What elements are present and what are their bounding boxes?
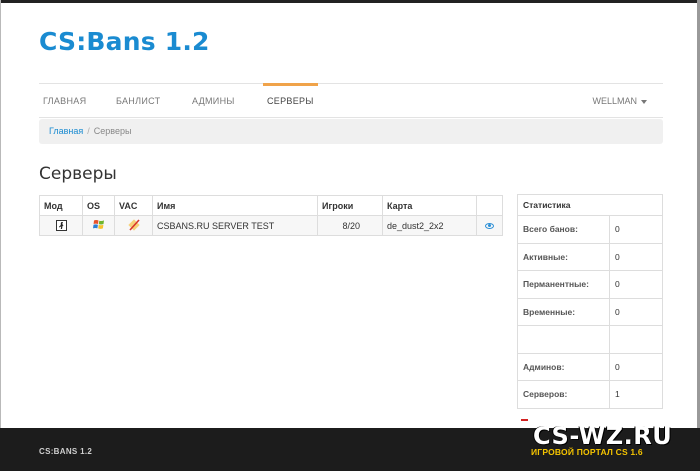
stats-value-temporary: 0 [609,297,663,326]
stats-value-active: 0 [609,242,663,271]
nav-item-servers[interactable]: СЕРВЕРЫ [263,83,318,118]
table-header-row: Мод OS VAC Имя Игроки Карта [39,195,503,216]
stats-row: Всего банов: 0 [517,215,663,244]
stats-label-servers: Серверов: [517,380,610,409]
nav-item-admins[interactable]: АДМИНЫ [192,84,235,118]
stats-value-admins: 0 [609,352,663,381]
top-border [0,0,700,3]
stats-value-servers: 1 [609,380,663,409]
page-title: Серверы [39,164,117,184]
stats-label-temporary: Временные: [517,297,610,326]
breadcrumb: Главная / Серверы [39,119,663,144]
breadcrumb-current: Серверы [93,126,132,136]
user-menu-label: WELLMAN [592,96,637,106]
windows-icon [92,220,105,232]
caret-down-icon [641,99,647,104]
nav-item-home[interactable]: ГЛАВНАЯ [43,84,86,118]
cell-os [82,215,115,236]
servers-table: Мод OS VAC Имя Игроки Карта CSBANS.RU SE… [39,195,503,236]
nav-item-banlist[interactable]: БАНЛИСТ [116,84,160,118]
col-header-vac: VAC [114,195,153,216]
stats-title: Статистика [517,194,663,216]
watermark-logo: CS-WZ.RU ИГРОВОЙ ПОРТАЛ CS 1.6 [521,419,681,465]
col-header-players: Игроки [317,195,383,216]
col-header-mod: Мод [39,195,83,216]
breadcrumb-home-link[interactable]: Главная [49,126,83,136]
stats-label-active: Активные: [517,242,610,271]
counter-strike-icon [55,219,67,231]
stats-row: Активные: 0 [517,242,663,271]
stats-row: Админов: 0 [517,352,663,381]
main-nav: ГЛАВНАЯ БАНЛИСТ АДМИНЫ СЕРВЕРЫ WELLMAN [39,83,663,118]
cell-map: de_dust2_2x2 [382,215,477,236]
col-header-os: OS [82,195,115,216]
stats-value-empty [609,325,663,354]
stats-label-empty [517,325,610,354]
footer-text: CS:BANS 1.2 [39,447,93,456]
col-header-name: Имя [152,195,318,216]
stats-row: Серверов: 1 [517,380,663,409]
stats-value-permanent: 0 [609,270,663,299]
cell-mod [39,215,83,236]
left-window-edge [0,0,1,471]
user-menu[interactable]: WELLMAN [592,84,647,118]
cell-server-name[interactable]: CSBANS.RU SERVER TEST [152,215,318,236]
watermark-accent [521,419,528,421]
col-header-map: Карта [382,195,477,216]
table-row[interactable]: CSBANS.RU SERVER TEST 8/20 de_dust2_2x2 [39,215,503,236]
cell-players: 8/20 [317,215,383,236]
stats-label-total-bans: Всего банов: [517,215,610,244]
stats-panel: Статистика Всего банов: 0 Активные: 0 Пе… [517,194,663,409]
stats-header-row: Статистика [517,194,663,216]
cell-view [476,215,503,236]
col-header-actions [476,195,503,216]
breadcrumb-separator: / [87,126,90,136]
stats-row: Перманентные: 0 [517,270,663,299]
vac-disabled-icon [127,218,140,233]
cell-vac [114,215,153,236]
watermark-main: CS-WZ.RU [533,422,673,450]
eye-icon[interactable] [485,222,494,229]
watermark-sub: ИГРОВОЙ ПОРТАЛ CS 1.6 [531,447,643,457]
stats-label-permanent: Перманентные: [517,270,610,299]
site-brand[interactable]: CS:Bans 1.2 [39,27,210,56]
stats-row-empty [517,325,663,354]
stats-value-total-bans: 0 [609,215,663,244]
stats-label-admins: Админов: [517,352,610,381]
stats-row: Временные: 0 [517,297,663,326]
